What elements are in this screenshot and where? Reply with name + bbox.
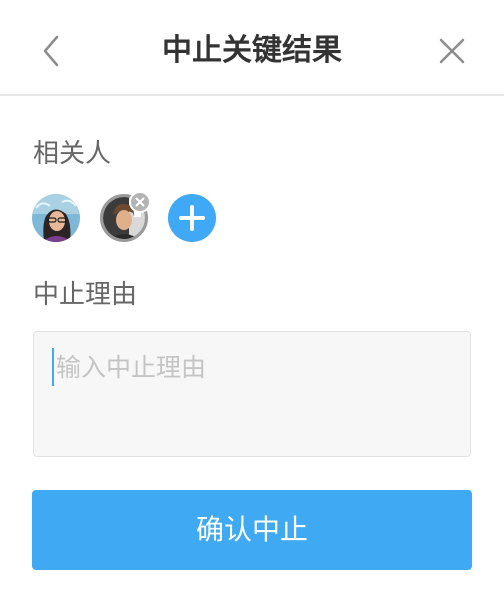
remove-person-button[interactable] [129,191,151,213]
close-button[interactable] [430,28,474,72]
related-people-label: 相关人 [33,139,112,169]
avatar[interactable] [32,194,80,242]
text-caret [52,348,54,386]
user-avatar-icon [32,194,80,242]
dialog-title: 中止关键结果 [162,33,342,68]
plus-icon [179,205,205,231]
close-icon [439,38,465,64]
stop-key-result-dialog: 中止关键结果 相关人 中止理由 输入中止理由 确认中止 [0,0,504,602]
add-person-button[interactable] [168,194,216,242]
stop-reason-label: 中止理由 [33,280,138,310]
remove-x-icon [135,197,145,207]
confirm-stop-button[interactable]: 确认中止 [32,490,472,570]
stop-reason-input[interactable] [33,331,471,457]
dialog-header: 中止关键结果 [0,0,504,96]
